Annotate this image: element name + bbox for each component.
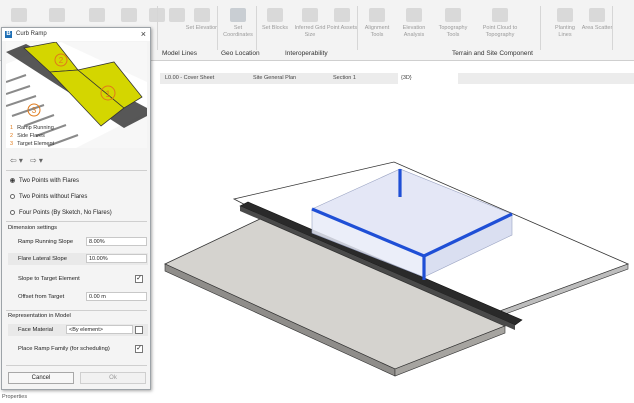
ribbon-tool-point-cloud[interactable]: Point Cloud to Topography (480, 8, 520, 48)
tab-site-general-plan[interactable]: Site General Plan (250, 73, 328, 84)
face-material-checkbox[interactable] (135, 326, 143, 334)
cancel-button[interactable]: Cancel (8, 372, 74, 384)
alignment-icon (369, 8, 385, 22)
3d-model-view (164, 161, 630, 377)
dialog-title-bar: B Curb Ramp × (2, 28, 150, 41)
status-bar: Properties (2, 394, 28, 400)
group-model-lines: Model Lines (162, 50, 198, 57)
move-icon (169, 8, 185, 22)
point-cloud-icon (492, 8, 508, 22)
flare-lateral-slope-row: Flare Lateral Slope 10.00% (8, 253, 148, 265)
offset-from-target-input[interactable]: 0.00 m (86, 292, 147, 301)
option-two-points-flares[interactable]: Two Points with Flares (10, 178, 79, 184)
legend-item: 1 Ramp Running (10, 125, 54, 131)
tool-icon (89, 8, 105, 22)
analysis-icon (406, 8, 422, 22)
ok-button[interactable]: Ok (80, 372, 146, 384)
diagram-number-3: 3 (32, 106, 37, 115)
diagram-number-2: 2 (59, 56, 64, 65)
group-geo-location: Geo Location (221, 50, 260, 57)
scatter-icon (589, 8, 605, 22)
legend-item: 2 Side Flares (10, 133, 45, 139)
radio-selected-icon (10, 178, 15, 183)
flare-lateral-slope-input[interactable]: 10.00% (86, 254, 147, 263)
tool-icon (49, 8, 65, 22)
tool-icon (11, 8, 27, 22)
close-icon[interactable]: × (141, 29, 146, 39)
3d-viewport[interactable] (160, 84, 634, 401)
slope-to-target-checkbox[interactable]: ✓ (135, 275, 143, 283)
curb-ramp-dialog: B Curb Ramp × 2 1 3 1 Ramp Running 2 Side … (1, 27, 151, 390)
face-material-row: Face Material <By element> (8, 324, 148, 336)
ribbon-tool-area-scatter[interactable]: Area Scatter (580, 8, 614, 48)
tab-cover-sheet[interactable]: L0.00 - Cover Sheet (162, 73, 247, 84)
dialog-title: Curb Ramp (16, 31, 47, 37)
slope-to-target-row: Slope to Target Element ✓ (18, 275, 143, 283)
tab-3d[interactable]: {3D} (398, 73, 458, 84)
place-ramp-family-row: Place Ramp Family (for scheduling) ✓ (18, 345, 143, 353)
ribbon-tool-set-coordinates[interactable]: Set Coordinates (221, 8, 255, 48)
ribbon-tool-elevation-analysis[interactable]: Elevation Analysis (397, 8, 431, 48)
ribbon-tool-topography[interactable]: Topography Tools (436, 8, 470, 48)
offset-from-target-row: Offset from Target 0.00 m (8, 291, 148, 303)
radio-icon (10, 210, 15, 215)
diagram-number-1: 1 (105, 89, 110, 99)
option-two-points-no-flares[interactable]: Two Points without Flares (10, 194, 87, 200)
place-ramp-family-checkbox[interactable]: ✓ (135, 345, 143, 353)
tool-icon (121, 8, 137, 22)
face-material-select[interactable]: <By element> (66, 325, 133, 334)
ribbon-tool-point-assets[interactable]: Point Assets (325, 8, 359, 48)
ramp-running-slope-row: Ramp Running Slope 8.00% (8, 236, 148, 248)
group-interoperability: Interoperability (285, 50, 328, 57)
elevation-icon (194, 8, 210, 22)
globe-icon (230, 8, 246, 22)
app-logo-icon: B (5, 31, 12, 38)
dimension-settings-header: Dimension settings (8, 225, 57, 231)
grid-icon (302, 8, 318, 22)
ribbon-tool-set-blocks[interactable]: Set Blocks (258, 8, 292, 48)
option-four-points[interactable]: Four Points (By Sketch, No Flares) (10, 210, 112, 216)
tree-icon (557, 8, 573, 22)
ribbon-tool-planting-lines[interactable]: Planting Lines (548, 8, 582, 48)
blocks-icon (267, 8, 283, 22)
representation-header: Representation in Model (8, 313, 71, 319)
points-icon (334, 8, 350, 22)
legend-item: 3 Target Element (10, 141, 55, 147)
group-terrain: Terrain and Site Component (452, 50, 533, 57)
ribbon-tool-alignment[interactable]: Alignment Tools (360, 8, 394, 48)
ribbon-tool-set-elevation[interactable]: Set Elevation (185, 8, 219, 48)
nav-back-button[interactable]: ⇦ ▾ (10, 156, 23, 165)
tab-section-1[interactable]: Section 1 (330, 73, 396, 84)
nav-forward-button[interactable]: ⇨ ▾ (30, 156, 43, 165)
ramp-running-slope-input[interactable]: 8.00% (86, 237, 147, 246)
topography-icon (445, 8, 461, 22)
radio-icon (10, 194, 15, 199)
ribbon-tool-grid-size[interactable]: Inferred Grid Size (293, 8, 327, 48)
